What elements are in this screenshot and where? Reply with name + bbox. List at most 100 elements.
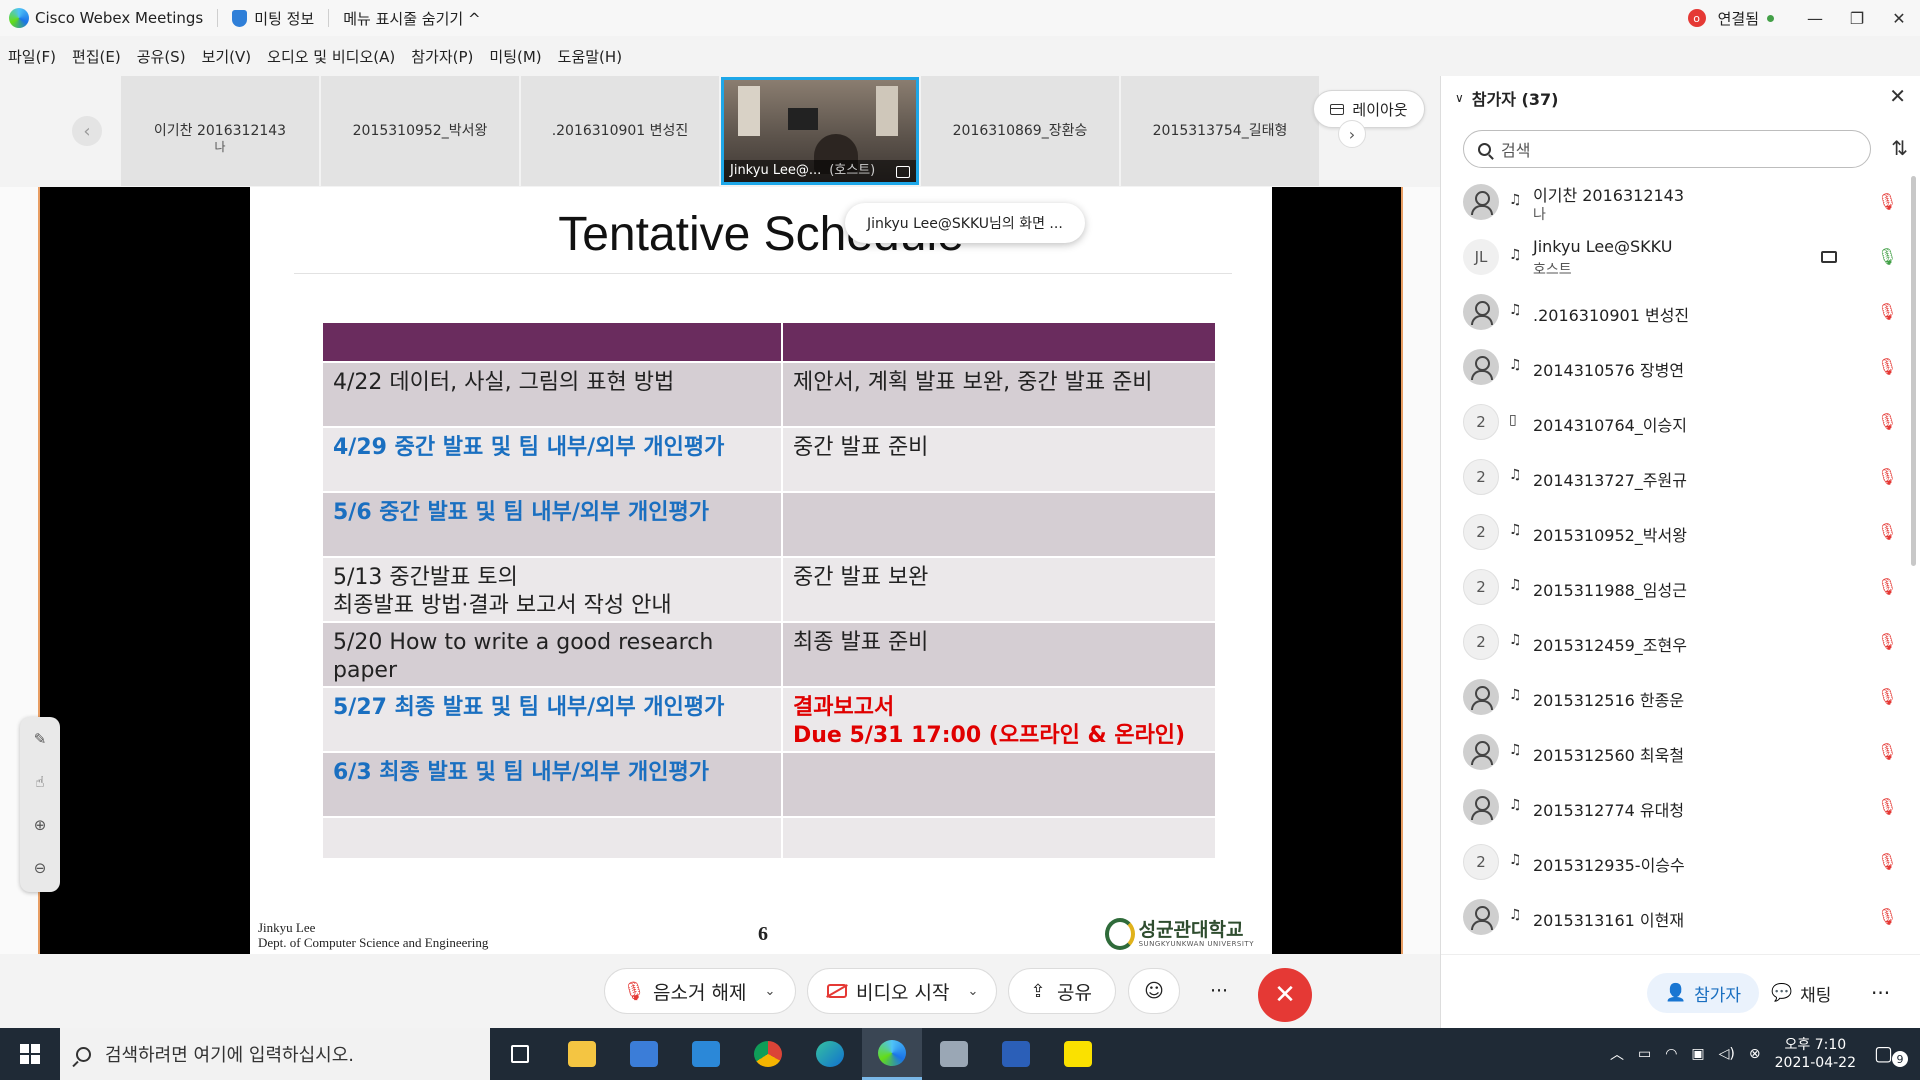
thumbnail-participant[interactable]: 2015310952_박서왕 xyxy=(321,76,519,186)
chevron-down-icon[interactable]: ⌄ xyxy=(764,984,775,999)
shared-content-area: Tentative Schedule 4/22 데이터, 사실, 그림의 표현 … xyxy=(0,187,1440,954)
participants-tab-button[interactable]: 👤 참가자 xyxy=(1647,973,1759,1013)
kakaotalk-icon[interactable] xyxy=(1048,1028,1108,1080)
share-button[interactable]: ⇪ 공유 xyxy=(1008,968,1116,1014)
thumbnail-participant[interactable]: 이기찬 2016312143 나 xyxy=(121,76,319,186)
menu-share[interactable]: 공유(S) xyxy=(137,46,186,67)
word-icon[interactable] xyxy=(986,1028,1046,1080)
maximize-button[interactable]: ❐ xyxy=(1836,0,1878,36)
mic-muted-icon[interactable]: 🎙 xyxy=(1877,192,1897,211)
participant-search-input[interactable]: 검색 xyxy=(1463,130,1871,168)
snipping-tool-icon[interactable] xyxy=(924,1028,984,1080)
leave-meeting-button[interactable]: ✕ xyxy=(1258,968,1312,1022)
reactions-button[interactable]: ☺ xyxy=(1128,968,1180,1014)
table-row: 6/3 최종 발표 및 팀 내부/외부 개인평가 xyxy=(323,753,1215,818)
tray-chevron-icon[interactable]: ︿ xyxy=(1610,1044,1624,1064)
chevron-down-icon[interactable]: ⌄ xyxy=(967,984,978,999)
mic-muted-icon[interactable]: 🎙 xyxy=(1877,412,1897,431)
mic-on-icon[interactable]: 🎙 xyxy=(1877,247,1897,266)
close-window-button[interactable]: ✕ xyxy=(1878,0,1920,36)
thumbnail-participant[interactable]: .2016310901 변성진 xyxy=(521,76,719,186)
close-panel-icon[interactable]: ✕ xyxy=(1889,84,1906,108)
participant-row[interactable]: ♫ 2015312516 한종운 🎙 xyxy=(1441,669,1907,724)
mic-muted-icon[interactable]: 🎙 xyxy=(1877,797,1897,816)
volume-icon[interactable]: ◁) xyxy=(1719,1046,1735,1062)
participant-role: 나 xyxy=(1533,207,1546,223)
chat-tab-button[interactable]: 💬 채팅 xyxy=(1771,973,1831,1013)
mic-muted-icon[interactable]: 🎙 xyxy=(1877,302,1897,321)
cell-text: 6/3 최종 발표 및 팀 내부/외부 개인평가 xyxy=(333,760,710,785)
chrome-icon[interactable] xyxy=(738,1028,798,1080)
display-icon[interactable]: ▣ xyxy=(1691,1046,1704,1062)
store-icon[interactable] xyxy=(614,1028,674,1080)
ime-icon[interactable]: ⊗ xyxy=(1749,1046,1761,1062)
annotate-pen-icon[interactable]: ✎ xyxy=(20,717,60,760)
more-options-button[interactable]: ··· xyxy=(1193,968,1245,1014)
taskbar-clock[interactable]: 오후 7:10 2021-04-22 xyxy=(1775,1036,1856,1072)
participant-row[interactable]: ♫ 2014310576 장병연 🎙 xyxy=(1441,339,1907,394)
thumbnail-participant[interactable]: 2016310869_장환승 xyxy=(921,76,1119,186)
zoom-in-icon[interactable]: ⊕ xyxy=(20,803,60,846)
participant-row[interactable]: ♫ 2015313161 이현재 🎙 xyxy=(1441,889,1907,944)
avatar: 2 xyxy=(1463,459,1499,495)
notification-center-icon[interactable]: ▢ 9 xyxy=(1874,1041,1910,1067)
task-view-icon[interactable] xyxy=(490,1028,550,1080)
request-control-icon[interactable]: ☝ xyxy=(20,760,60,803)
avatar: JL xyxy=(1463,239,1499,275)
minimize-button[interactable]: — xyxy=(1794,0,1836,36)
mic-muted-icon[interactable]: 🎙 xyxy=(1877,467,1897,486)
participant-row[interactable]: JL ♫ Jinkyu Lee@SKKU 호스트 🎙 xyxy=(1441,229,1907,284)
unmute-button[interactable]: 🎙 음소거 해제 ⌄ xyxy=(604,968,796,1014)
panel-scrollbar[interactable] xyxy=(1911,176,1916,566)
mic-muted-icon[interactable]: 🎙 xyxy=(1877,742,1897,761)
participant-row[interactable]: 2 ♫ 2015310952_박서왕 🎙 xyxy=(1441,504,1907,559)
mic-muted-icon[interactable]: 🎙 xyxy=(1877,852,1897,871)
participant-row[interactable]: 2 ♫ 2015311988_임성근 🎙 xyxy=(1441,559,1907,614)
mic-muted-icon[interactable]: 🎙 xyxy=(1877,907,1897,926)
thumbnail-participant[interactable]: 2015313754_길태형 xyxy=(1121,76,1319,186)
participant-name: 2015310952_박서왕 xyxy=(1533,526,1687,545)
file-explorer-icon[interactable] xyxy=(552,1028,612,1080)
participant-row[interactable]: 2 ♫ 2014313727_주원규 🎙 xyxy=(1441,449,1907,504)
mail-icon[interactable] xyxy=(676,1028,736,1080)
meeting-info-button[interactable]: 미팅 정보 xyxy=(254,8,314,29)
participant-row[interactable]: ♫ 2015312774 유대청 🎙 xyxy=(1441,779,1907,834)
thumbnails-prev-button[interactable]: ‹ xyxy=(72,116,102,146)
zoom-out-icon[interactable]: ⊖ xyxy=(20,846,60,889)
hide-menu-button[interactable]: 메뉴 표시줄 숨기기 ^ xyxy=(343,8,480,29)
mic-muted-icon[interactable]: 🎙 xyxy=(1877,577,1897,596)
mic-muted-icon[interactable]: 🎙 xyxy=(1877,357,1897,376)
participants-header[interactable]: ∨ 참가자 (37) xyxy=(1455,86,1558,110)
taskbar-search-input[interactable]: 검색하려면 여기에 입력하십시오. xyxy=(60,1028,490,1080)
webex-taskbar-icon[interactable] xyxy=(862,1028,922,1080)
thumbnail-active-speaker[interactable]: Jinkyu Lee@... (호스트) xyxy=(721,77,919,185)
participant-row[interactable]: ♫ .2016310901 변성진 🎙 xyxy=(1441,284,1907,339)
share-icon: ⇪ xyxy=(1030,980,1046,1002)
menu-audio-video[interactable]: 오디오 및 비디오(A) xyxy=(267,46,395,67)
menu-participant[interactable]: 참가자(P) xyxy=(411,46,473,67)
mic-muted-icon[interactable]: 🎙 xyxy=(1877,687,1897,706)
battery-icon[interactable]: ▭ xyxy=(1638,1046,1651,1062)
start-video-button[interactable]: 비디오 시작 ⌄ xyxy=(807,968,997,1014)
mic-muted-icon[interactable]: 🎙 xyxy=(1877,632,1897,651)
participant-row[interactable]: 2 ♫ 2015312935-이승수 🎙 xyxy=(1441,834,1907,889)
participant-name: 이기찬 2016312143 xyxy=(1533,186,1685,205)
menu-view[interactable]: 보기(V) xyxy=(202,46,252,67)
menu-edit[interactable]: 편집(E) xyxy=(72,46,121,67)
layout-button[interactable]: 레이아웃 xyxy=(1313,90,1425,128)
sort-icon[interactable]: ⇅ xyxy=(1891,136,1908,160)
wifi-icon[interactable]: ◠ xyxy=(1665,1046,1677,1062)
mic-muted-icon[interactable]: 🎙 xyxy=(1877,522,1897,541)
participant-row[interactable]: 2 ♫ 2015312459_조현우 🎙 xyxy=(1441,614,1907,669)
menu-file[interactable]: 파일(F) xyxy=(8,46,56,67)
panel-more-button[interactable]: ··· xyxy=(1871,973,1890,1013)
menu-help[interactable]: 도움말(H) xyxy=(558,46,622,67)
participant-row[interactable]: ♫ 이기찬 2016312143 나 🎙 xyxy=(1441,174,1907,229)
edge-icon[interactable] xyxy=(800,1028,860,1080)
sharer-popup[interactable]: Jinkyu Lee@SKKU님의 화면 ... xyxy=(845,203,1085,243)
thumbnails-next-button[interactable]: › xyxy=(1338,120,1366,148)
menu-meeting[interactable]: 미팅(M) xyxy=(489,46,541,67)
participant-row[interactable]: ♫ 2015312560 최욱철 🎙 xyxy=(1441,724,1907,779)
participant-row[interactable]: 2 ▯ 2014310764_이승지 🎙 xyxy=(1441,394,1907,449)
start-button[interactable] xyxy=(0,1028,60,1080)
